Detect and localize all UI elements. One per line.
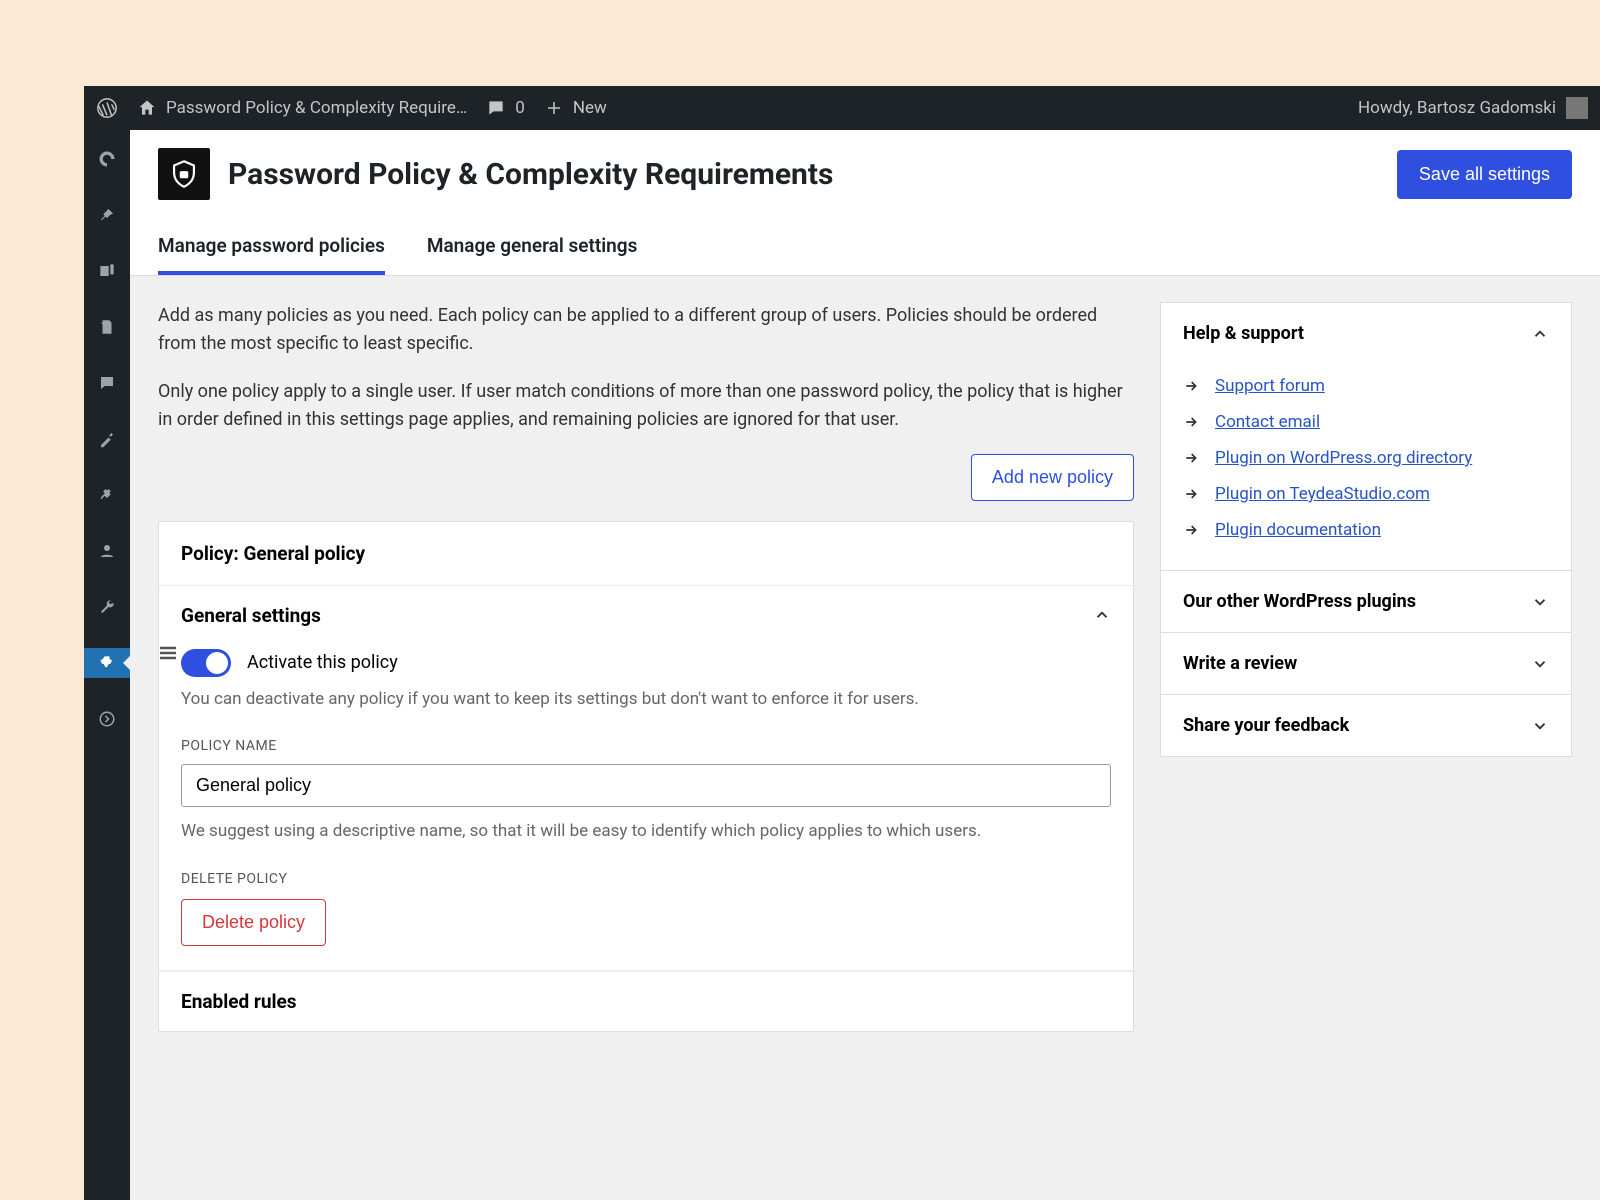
adminbar-new[interactable]: New (543, 97, 607, 119)
page-content: Password Policy & Complexity Requirement… (130, 130, 1600, 1200)
settings-tabs: Manage password policies Manage general … (158, 220, 1572, 275)
app-window: Password Policy & Complexity Require… 0 … (84, 86, 1600, 1200)
chevron-up-icon (1093, 606, 1111, 624)
other-plugins-panel: Our other WordPress plugins (1160, 571, 1572, 633)
help-links-list: Support forum Contact email Plugin on Wo… (1183, 368, 1549, 548)
general-settings-title: General settings (181, 604, 321, 627)
chevron-down-icon (1531, 655, 1549, 673)
intro-paragraph-2: Only one policy apply to a single user. … (158, 378, 1134, 434)
avatar-icon (1566, 97, 1588, 119)
nav-pin-icon[interactable] (84, 200, 130, 230)
help-support-title: Help & support (1183, 323, 1304, 344)
help-link-support-forum[interactable]: Support forum (1215, 376, 1325, 396)
policy-card: Policy: General policy General settings … (158, 521, 1134, 1032)
adminbar-site[interactable]: Password Policy & Complexity Require… (136, 97, 467, 119)
policy-card-title: Policy: General policy (159, 522, 1133, 586)
arrow-right-icon (1183, 522, 1201, 538)
list-item: Support forum (1183, 368, 1549, 404)
nav-users-icon[interactable] (84, 536, 130, 566)
page-title: Password Policy & Complexity Requirement… (228, 157, 833, 192)
save-all-settings-button[interactable]: Save all settings (1397, 150, 1572, 199)
plus-icon (543, 97, 565, 119)
intro-text: Add as many policies as you need. Each p… (158, 302, 1134, 434)
chevron-down-icon (1531, 593, 1549, 611)
add-new-policy-button[interactable]: Add new policy (971, 454, 1134, 501)
help-link-wporg[interactable]: Plugin on WordPress.org directory (1215, 448, 1472, 468)
enabled-rules-title: Enabled rules (181, 990, 297, 1013)
adminbar-greeting: Howdy, Bartosz Gadomski (1358, 98, 1556, 118)
activate-policy-label: Activate this policy (247, 652, 398, 673)
activate-policy-toggle[interactable] (181, 649, 231, 677)
help-link-docs[interactable]: Plugin documentation (1215, 520, 1381, 540)
arrow-right-icon (1183, 414, 1201, 430)
comment-icon (485, 97, 507, 119)
delete-policy-label: DELETE POLICY (181, 871, 1111, 887)
arrow-right-icon (1183, 486, 1201, 502)
help-link-contact-email[interactable]: Contact email (1215, 412, 1320, 432)
general-settings-header[interactable]: General settings (159, 586, 1133, 645)
plugin-logo-icon (158, 148, 210, 200)
list-item: Plugin documentation (1183, 512, 1549, 548)
help-link-teydea[interactable]: Plugin on TeydeaStudio.com (1215, 484, 1430, 504)
page-header: Password Policy & Complexity Requirement… (130, 130, 1600, 276)
write-review-title: Write a review (1183, 653, 1297, 674)
share-feedback-header[interactable]: Share your feedback (1161, 695, 1571, 756)
chevron-up-icon (1531, 325, 1549, 343)
delete-policy-button[interactable]: Delete policy (181, 899, 326, 946)
nav-appearance-icon[interactable] (84, 424, 130, 454)
drawer-toggle-icon[interactable] (155, 640, 181, 666)
intro-paragraph-1: Add as many policies as you need. Each p… (158, 302, 1134, 358)
arrow-right-icon (1183, 378, 1201, 394)
nav-collapse-icon[interactable] (84, 704, 130, 734)
list-item: Plugin on WordPress.org directory (1183, 440, 1549, 476)
wp-admin-menu (84, 130, 130, 1200)
other-plugins-title: Our other WordPress plugins (1183, 591, 1416, 612)
nav-dashboard-icon[interactable] (84, 144, 130, 174)
tab-manage-policies[interactable]: Manage password policies (158, 220, 385, 275)
share-feedback-title: Share your feedback (1183, 715, 1349, 736)
wp-adminbar: Password Policy & Complexity Require… 0 … (84, 86, 1600, 130)
list-item: Plugin on TeydeaStudio.com (1183, 476, 1549, 512)
home-icon (136, 97, 158, 119)
chevron-down-icon (1531, 717, 1549, 735)
nav-pages-icon[interactable] (84, 312, 130, 342)
adminbar-comments[interactable]: 0 (485, 97, 525, 119)
policy-name-help: We suggest using a descriptive name, so … (181, 819, 1111, 845)
nav-settings-icon[interactable] (84, 648, 130, 678)
adminbar-comment-count: 0 (515, 98, 525, 118)
other-plugins-header[interactable]: Our other WordPress plugins (1161, 571, 1571, 632)
tab-manage-general[interactable]: Manage general settings (427, 220, 638, 275)
policy-name-input[interactable] (181, 764, 1111, 807)
help-support-header[interactable]: Help & support (1161, 303, 1571, 364)
nav-comments-icon[interactable] (84, 368, 130, 398)
nav-tools-icon[interactable] (84, 592, 130, 622)
arrow-right-icon (1183, 450, 1201, 466)
enabled-rules-header[interactable]: Enabled rules (159, 971, 1133, 1031)
write-review-header[interactable]: Write a review (1161, 633, 1571, 694)
adminbar-account[interactable]: Howdy, Bartosz Gadomski (1358, 97, 1588, 119)
adminbar-new-label: New (573, 98, 607, 118)
nav-plugins-icon[interactable] (84, 480, 130, 510)
wordpress-logo-icon[interactable] (96, 97, 118, 119)
list-item: Contact email (1183, 404, 1549, 440)
nav-media-icon[interactable] (84, 256, 130, 286)
write-review-panel: Write a review (1160, 633, 1572, 695)
policy-name-label: POLICY NAME (181, 738, 1111, 754)
adminbar-site-name: Password Policy & Complexity Require… (166, 98, 467, 118)
share-feedback-panel: Share your feedback (1160, 695, 1572, 757)
help-support-panel: Help & support Support forum (1160, 302, 1572, 571)
activate-policy-description: You can deactivate any policy if you wan… (181, 687, 1111, 713)
